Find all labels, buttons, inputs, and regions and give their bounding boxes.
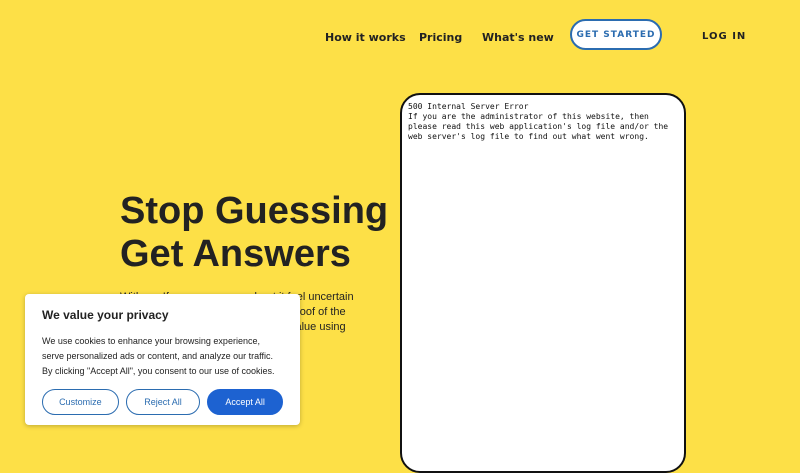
- nav-whats-new[interactable]: What's new: [482, 31, 554, 44]
- phone-mockup: 500 Internal Server Error If you are the…: [400, 93, 686, 473]
- hero-title-line1: Stop Guessing: [120, 190, 389, 232]
- customize-button[interactable]: Customize: [42, 389, 119, 415]
- cookie-text: We use cookies to enhance your browsing …: [42, 336, 275, 376]
- cookie-button-row: Customize Reject All Accept All: [42, 389, 284, 415]
- page: How it works Pricing What's new GET STAR…: [0, 0, 800, 473]
- top-nav: How it works Pricing What's new GET STAR…: [0, 0, 800, 75]
- login-link[interactable]: LOG IN: [702, 31, 746, 42]
- nav-how-it-works[interactable]: How it works: [325, 31, 406, 44]
- accept-all-button[interactable]: Accept All: [207, 389, 284, 415]
- cookie-consent-banner: We value your privacy We use cookies to …: [25, 294, 300, 425]
- nav-pricing[interactable]: Pricing: [419, 31, 462, 44]
- hero-title-line2: Get Answers: [120, 233, 351, 275]
- get-started-button[interactable]: GET STARTED: [570, 19, 662, 50]
- reject-all-button[interactable]: Reject All: [125, 389, 201, 415]
- server-error-text: 500 Internal Server Error If you are the…: [408, 102, 669, 141]
- cookie-title: We value your privacy: [42, 308, 169, 322]
- hero-title: Stop Guessing Get Answers: [120, 190, 420, 276]
